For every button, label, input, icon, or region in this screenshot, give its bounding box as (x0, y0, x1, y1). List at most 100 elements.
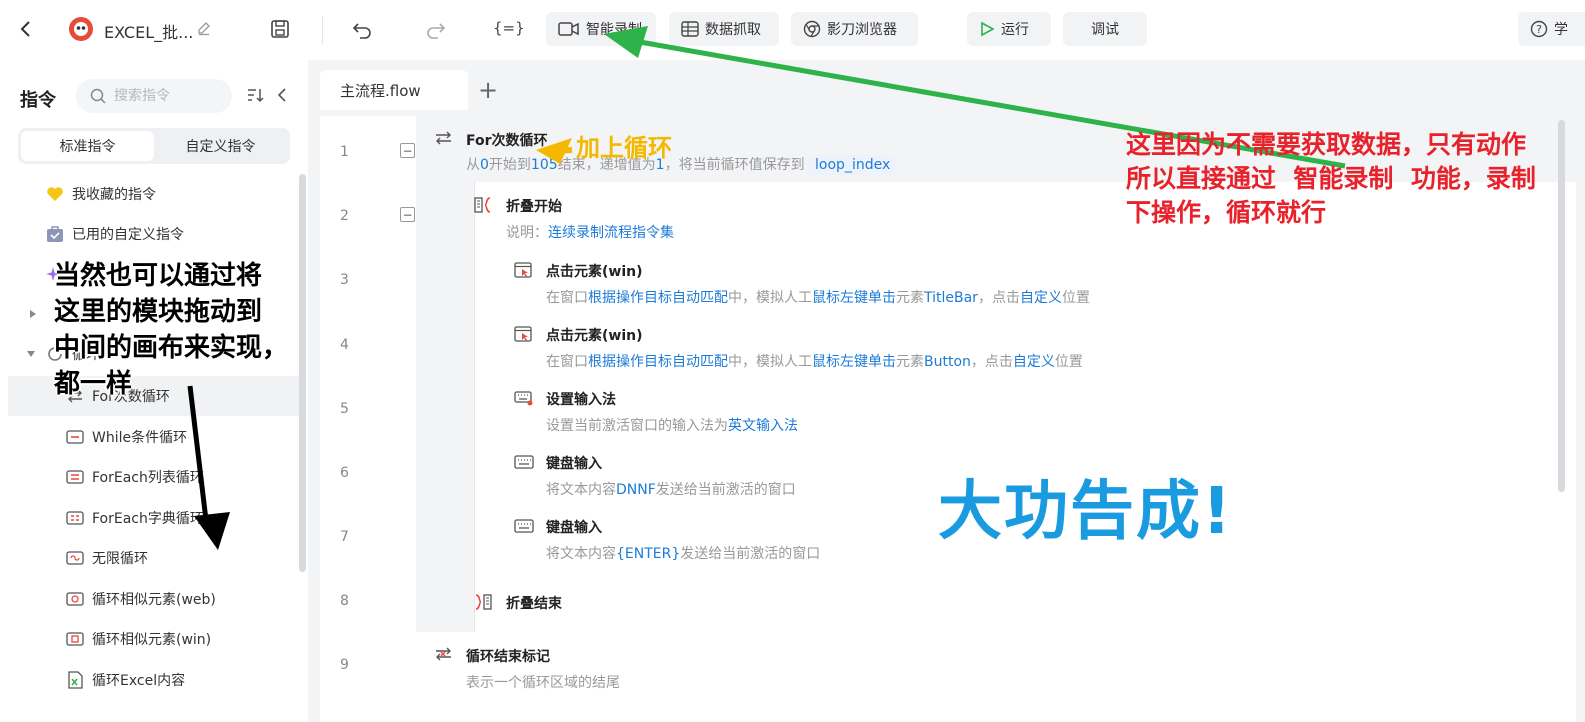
desc-text: 说明： (506, 225, 548, 241)
briefcase-icon (47, 226, 63, 242)
desc-param[interactable]: 根据操作目标自动匹配 (588, 354, 728, 370)
sidebar-item-label: ForEach列表循环 (92, 470, 204, 486)
desc-param[interactable]: 自定义 (1020, 290, 1062, 306)
video-camera-icon (558, 22, 579, 36)
desc-param[interactable]: 英文输入法 (728, 418, 798, 434)
app-logo (68, 16, 94, 42)
step-description: 将文本内容{ENTER}发送给当前激活的窗口 (546, 543, 820, 563)
desc-text: 中，模拟人工 (728, 290, 812, 306)
tab-main-flow[interactable]: 主流程.flow (320, 70, 468, 110)
desc-param[interactable]: TitleBar (924, 290, 978, 306)
step-fold-start[interactable]: 折叠开始 说明：连续录制流程指令集 (474, 196, 674, 242)
loop-index-variable[interactable]: loop_index (809, 155, 897, 175)
sidebar-item-label: 已用的自定义指令 (72, 227, 184, 243)
line-number: 8 (340, 593, 349, 609)
step-click-element-button[interactable]: 点击元素(win) 在窗口根据操作目标自动匹配中，模拟人工鼠标左键单击元素But… (514, 325, 1083, 371)
add-tab-button[interactable]: + (478, 76, 498, 104)
back-button[interactable] (18, 18, 34, 40)
desc-param[interactable]: {ENTER} (616, 546, 680, 562)
sidebar-item-used-custom[interactable]: 已用的自定义指令 (0, 214, 300, 254)
desc-param[interactable]: 根据操作目标自动匹配 (588, 290, 728, 306)
tab-custom-commands[interactable]: 自定义指令 (154, 131, 287, 161)
step-description: 在窗口根据操作目标自动匹配中，模拟人工鼠标左键单击元素TitleBar，点击自定… (546, 287, 1090, 307)
chevron-left-icon (277, 88, 286, 102)
step-description: 在窗口根据操作目标自动匹配中，模拟人工鼠标左键单击元素Button，点击自定义位… (546, 351, 1083, 371)
sidebar-scrollbar[interactable] (299, 174, 306, 572)
desc-param[interactable]: 鼠标左键单击 (812, 290, 896, 306)
keyboard-icon (514, 455, 534, 469)
step-keyboard-input-dnnf[interactable]: 键盘输入 将文本内容DNNF发送给当前激活的窗口 (514, 453, 796, 499)
project-title: EXCEL_批... (104, 23, 194, 42)
sort-button[interactable] (246, 86, 264, 104)
loop-win-icon (66, 632, 84, 646)
sidebar-item-foreach-dict[interactable]: ForEach字典循环 (0, 498, 300, 538)
play-icon (981, 21, 995, 37)
sidebar-item-favorites[interactable]: 我收藏的指令 (0, 174, 300, 214)
step-for-loop[interactable]: For次数循环 从0开始到105结束，递增值为1，将当前循环值保存到 loop_… (436, 130, 897, 175)
desc-param[interactable]: 0 (480, 157, 489, 173)
run-button[interactable]: 运行 (967, 12, 1051, 46)
step-description: 从0开始到105结束，递增值为1，将当前循环值保存到 loop_index (466, 154, 897, 175)
annotation-black-note: 当然也可以通过将 这里的模块拖动到 中间的画布来实现， 都一样 (54, 258, 294, 402)
step-click-element-titlebar[interactable]: 点击元素(win) 在窗口根据操作目标自动匹配中，模拟人工鼠标左键单击元素Tit… (514, 261, 1090, 307)
redo-button[interactable] (424, 19, 446, 39)
smart-record-button[interactable]: 智能录制 (546, 12, 656, 46)
sidebar-item-loop-win[interactable]: 循环相似元素(win) (0, 619, 300, 659)
table-icon (681, 21, 699, 37)
data-scrape-label: 数据抓取 (705, 22, 761, 38)
collapse-sidebar-button[interactable] (276, 86, 288, 104)
sidebar-item-loop-web[interactable]: 循环相似元素(web) (0, 579, 300, 619)
annotation-line: 所以直接通过 智能录制 功能，录制 (1126, 164, 1536, 193)
for-loop-icon (436, 131, 451, 145)
step-keyboard-input-enter[interactable]: 键盘输入 将文本内容{ENTER}发送给当前激活的窗口 (514, 517, 820, 563)
keyboard-icon (514, 519, 534, 533)
tab-standard-commands[interactable]: 标准指令 (21, 131, 154, 161)
sidebar-item-while-loop[interactable]: While条件循环 (0, 417, 300, 457)
save-button[interactable] (270, 19, 290, 39)
sidebar-item-infinite-loop[interactable]: 无限循环 (0, 538, 300, 578)
desc-text: 在窗口 (546, 290, 588, 306)
while-loop-icon (66, 430, 84, 444)
fold-toggle[interactable]: − (400, 207, 415, 222)
debug-button[interactable]: 调试 (1063, 12, 1147, 46)
help-button[interactable]: ? 学 (1518, 12, 1585, 46)
variables-button[interactable]: {=} (493, 19, 525, 37)
sidebar-item-loop-excel[interactable]: 循环Excel内容 (0, 660, 300, 700)
desc-text: 在窗口 (546, 354, 588, 370)
line-number: 2 (340, 208, 349, 224)
heart-icon (47, 187, 63, 201)
desc-param[interactable]: DNNF (616, 482, 656, 498)
desc-param[interactable]: Button (924, 354, 971, 370)
step-set-input-method[interactable]: 设置输入法 设置当前激活窗口的输入法为英文输入法 (514, 389, 798, 435)
edit-title-button[interactable] (196, 20, 212, 36)
command-search[interactable] (76, 79, 232, 113)
search-input[interactable] (114, 88, 224, 104)
line-number: 1 (340, 144, 349, 160)
desc-param[interactable]: 105 (531, 157, 558, 173)
desc-text: 将文本内容 (546, 482, 616, 498)
keyboard-settings-icon (514, 391, 533, 406)
desc-param[interactable]: 自定义 (1013, 354, 1055, 370)
desc-text: 从 (466, 157, 480, 173)
yingdao-browser-button[interactable]: 影刀浏览器 (791, 12, 918, 46)
desc-param[interactable]: 鼠标左键单击 (812, 354, 896, 370)
desc-text: 位置 (1054, 354, 1083, 370)
desc-param[interactable]: 连续录制流程指令集 (548, 225, 674, 241)
data-scrape-button[interactable]: 数据抓取 (669, 12, 779, 46)
foreach-dict-icon (66, 511, 84, 525)
step-fold-end[interactable]: 折叠结束 (475, 593, 562, 613)
help-label: 学 (1554, 22, 1568, 38)
foreach-list-icon (66, 470, 84, 484)
step-loop-end[interactable]: 循环结束标记 表示一个循环区域的结尾 (436, 646, 620, 692)
sidebar-item-label: 我收藏的指令 (72, 187, 156, 203)
caret-down-icon (27, 351, 35, 357)
annotation-yellow-note: 加上循环 (576, 134, 672, 162)
fold-toggle[interactable]: − (400, 143, 415, 158)
toolbar-divider (322, 16, 323, 44)
step-title: 键盘输入 (546, 456, 602, 472)
click-element-icon (514, 262, 532, 278)
undo-button[interactable] (352, 19, 374, 39)
fold-end-icon (475, 594, 492, 610)
sidebar-item-label: 循环Excel内容 (92, 673, 186, 689)
sidebar-item-foreach-list[interactable]: ForEach列表循环 (0, 457, 300, 497)
